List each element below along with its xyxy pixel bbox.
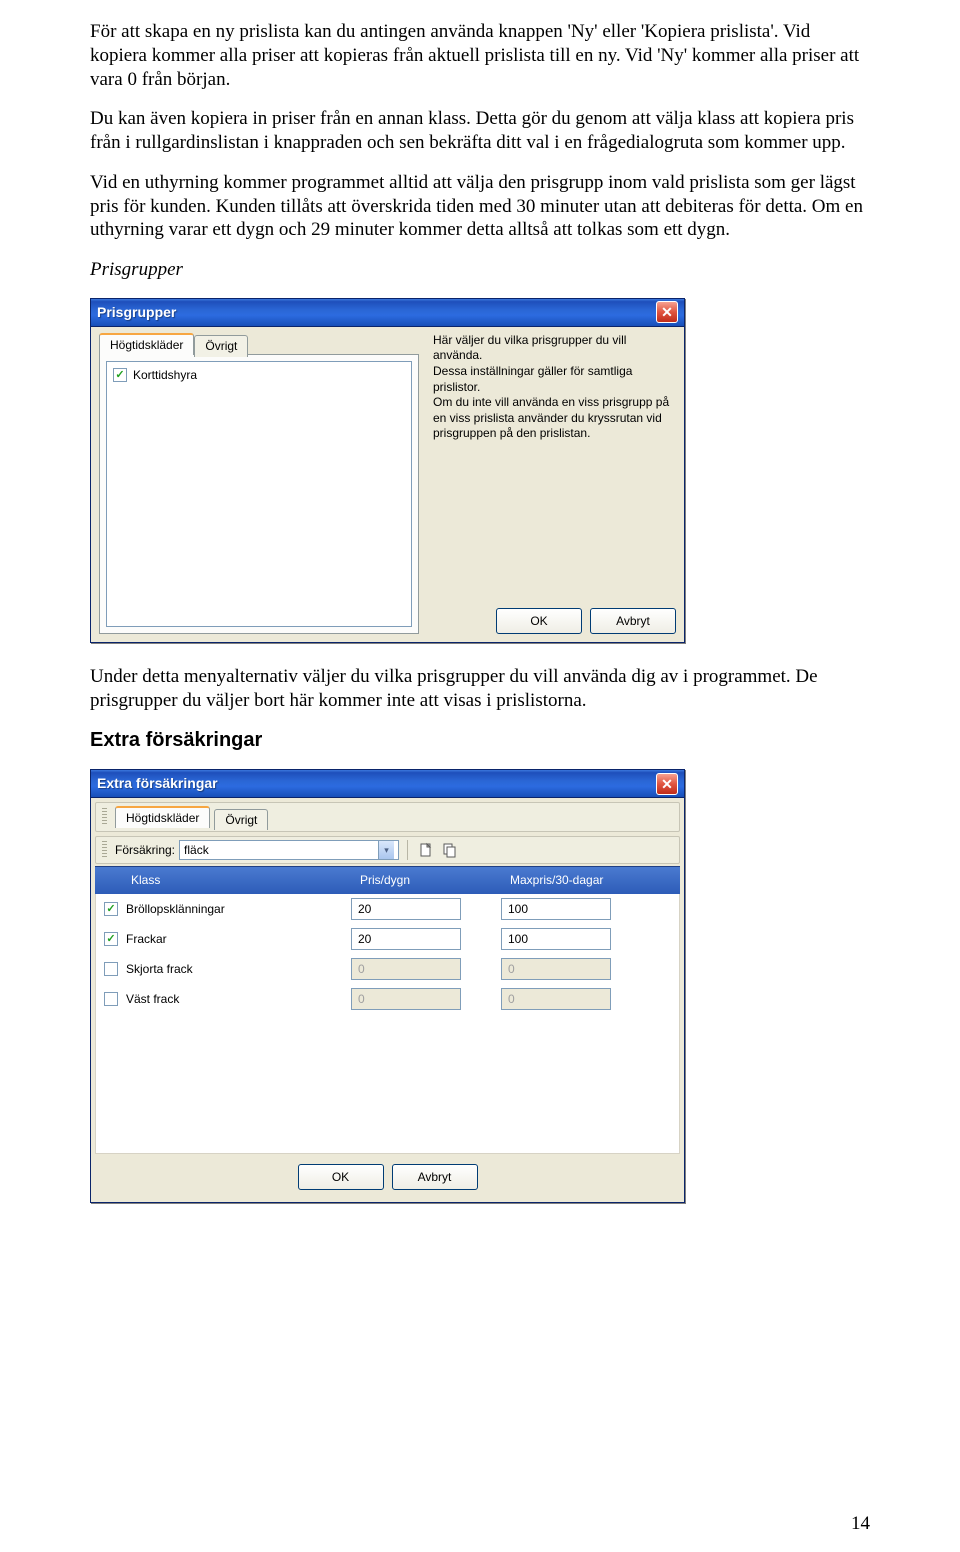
paragraph-1: För att skapa en ny prislista kan du ant… xyxy=(90,20,870,91)
header-pris[interactable]: Pris/dygn xyxy=(350,867,500,894)
ok-button[interactable]: OK xyxy=(496,608,582,634)
close-button[interactable]: ✕ xyxy=(656,301,678,323)
row-checkbox[interactable]: ✓ xyxy=(104,932,118,946)
titlebar: Prisgrupper ✕ xyxy=(91,299,684,327)
close-icon: ✕ xyxy=(661,305,673,319)
maxpris-input[interactable] xyxy=(501,898,611,920)
row-checkbox[interactable] xyxy=(104,962,118,976)
grid-header: Klass Pris/dygn Maxpris/30-dagar xyxy=(95,866,680,894)
table-row: ✓ Frackar xyxy=(96,924,679,954)
insurance-toolbar: Försäkring: fläck ▾ xyxy=(95,836,680,864)
cancel-button[interactable]: Avbryt xyxy=(590,608,676,634)
pris-input xyxy=(351,958,461,980)
grid-body: ✓ Bröllopsklänningar ✓ Frackar Skjorta fra… xyxy=(95,894,680,1154)
combo-value: fläck xyxy=(184,843,209,858)
prisgrupper-dialog: Prisgrupper ✕ Högtidskläder Övrigt ✓ Kor… xyxy=(90,298,685,643)
row-checkbox[interactable]: ✓ xyxy=(104,902,118,916)
table-row: Skjorta frack xyxy=(96,954,679,984)
forsakring-label: Försäkring: xyxy=(115,843,175,858)
extra-forsakringar-dialog: Extra försäkringar ✕ Högtidskläder Övrig… xyxy=(90,769,685,1203)
chevron-down-icon: ▾ xyxy=(378,841,394,859)
tab-hogtidsklader[interactable]: Högtidskläder xyxy=(115,806,210,828)
toolbar-grip-icon xyxy=(102,841,107,859)
close-button[interactable]: ✕ xyxy=(656,773,678,795)
tab-strip: Högtidskläder Övrigt xyxy=(99,333,419,355)
new-icon[interactable] xyxy=(416,840,436,860)
page-number: 14 xyxy=(851,1512,870,1536)
extra-forsakringar-heading: Extra försäkringar xyxy=(90,728,870,753)
row-label: Väst frack xyxy=(126,992,179,1007)
copy-icon[interactable] xyxy=(440,840,460,860)
row-label: Skjorta frack xyxy=(126,962,193,977)
close-icon: ✕ xyxy=(661,777,673,791)
maxpris-input[interactable] xyxy=(501,928,611,950)
tab-content: ✓ Korttidshyra xyxy=(99,354,419,634)
prisgrupper-subheading: Prisgrupper xyxy=(90,258,870,282)
maxpris-input xyxy=(501,958,611,980)
prisgrupp-listbox[interactable]: ✓ Korttidshyra xyxy=(106,361,412,627)
toolbar-grip-icon xyxy=(102,808,107,826)
tabs-toolbar: Högtidskläder Övrigt xyxy=(95,802,680,832)
checkbox-korttidshyra[interactable]: ✓ xyxy=(113,368,127,382)
row-label: Frackar xyxy=(126,932,167,947)
header-maxpris[interactable]: Maxpris/30-dagar xyxy=(500,867,680,894)
header-klass[interactable]: Klass xyxy=(95,867,350,894)
titlebar-title: Extra försäkringar xyxy=(97,775,218,793)
pris-input[interactable] xyxy=(351,898,461,920)
cancel-button[interactable]: Avbryt xyxy=(392,1164,478,1190)
divider xyxy=(407,840,408,860)
tab-ovrigt[interactable]: Övrigt xyxy=(194,335,248,357)
row-checkbox[interactable] xyxy=(104,992,118,1006)
table-row: Väst frack xyxy=(96,984,679,1014)
paragraph-2: Du kan även kopiera in priser från en an… xyxy=(90,107,870,155)
tab-ovrigt[interactable]: Övrigt xyxy=(214,809,268,830)
forsakring-combo[interactable]: fläck ▾ xyxy=(179,840,399,860)
pris-input[interactable] xyxy=(351,928,461,950)
paragraph-3: Vid en uthyrning kommer programmet allti… xyxy=(90,171,870,242)
paragraph-4: Under detta menyalternativ väljer du vil… xyxy=(90,665,870,713)
list-item[interactable]: ✓ Korttidshyra xyxy=(111,366,407,385)
titlebar: Extra försäkringar ✕ xyxy=(91,770,684,798)
info-text: Här väljer du vilka prisgrupper du vill … xyxy=(433,333,676,442)
pris-input xyxy=(351,988,461,1010)
ok-button[interactable]: OK xyxy=(298,1164,384,1190)
titlebar-title: Prisgrupper xyxy=(97,304,176,322)
tab-hogtidsklader[interactable]: Högtidskläder xyxy=(99,333,194,355)
table-row: ✓ Bröllopsklänningar xyxy=(96,894,679,924)
maxpris-input xyxy=(501,988,611,1010)
list-item-label: Korttidshyra xyxy=(133,368,197,383)
row-label: Bröllopsklänningar xyxy=(126,902,225,917)
